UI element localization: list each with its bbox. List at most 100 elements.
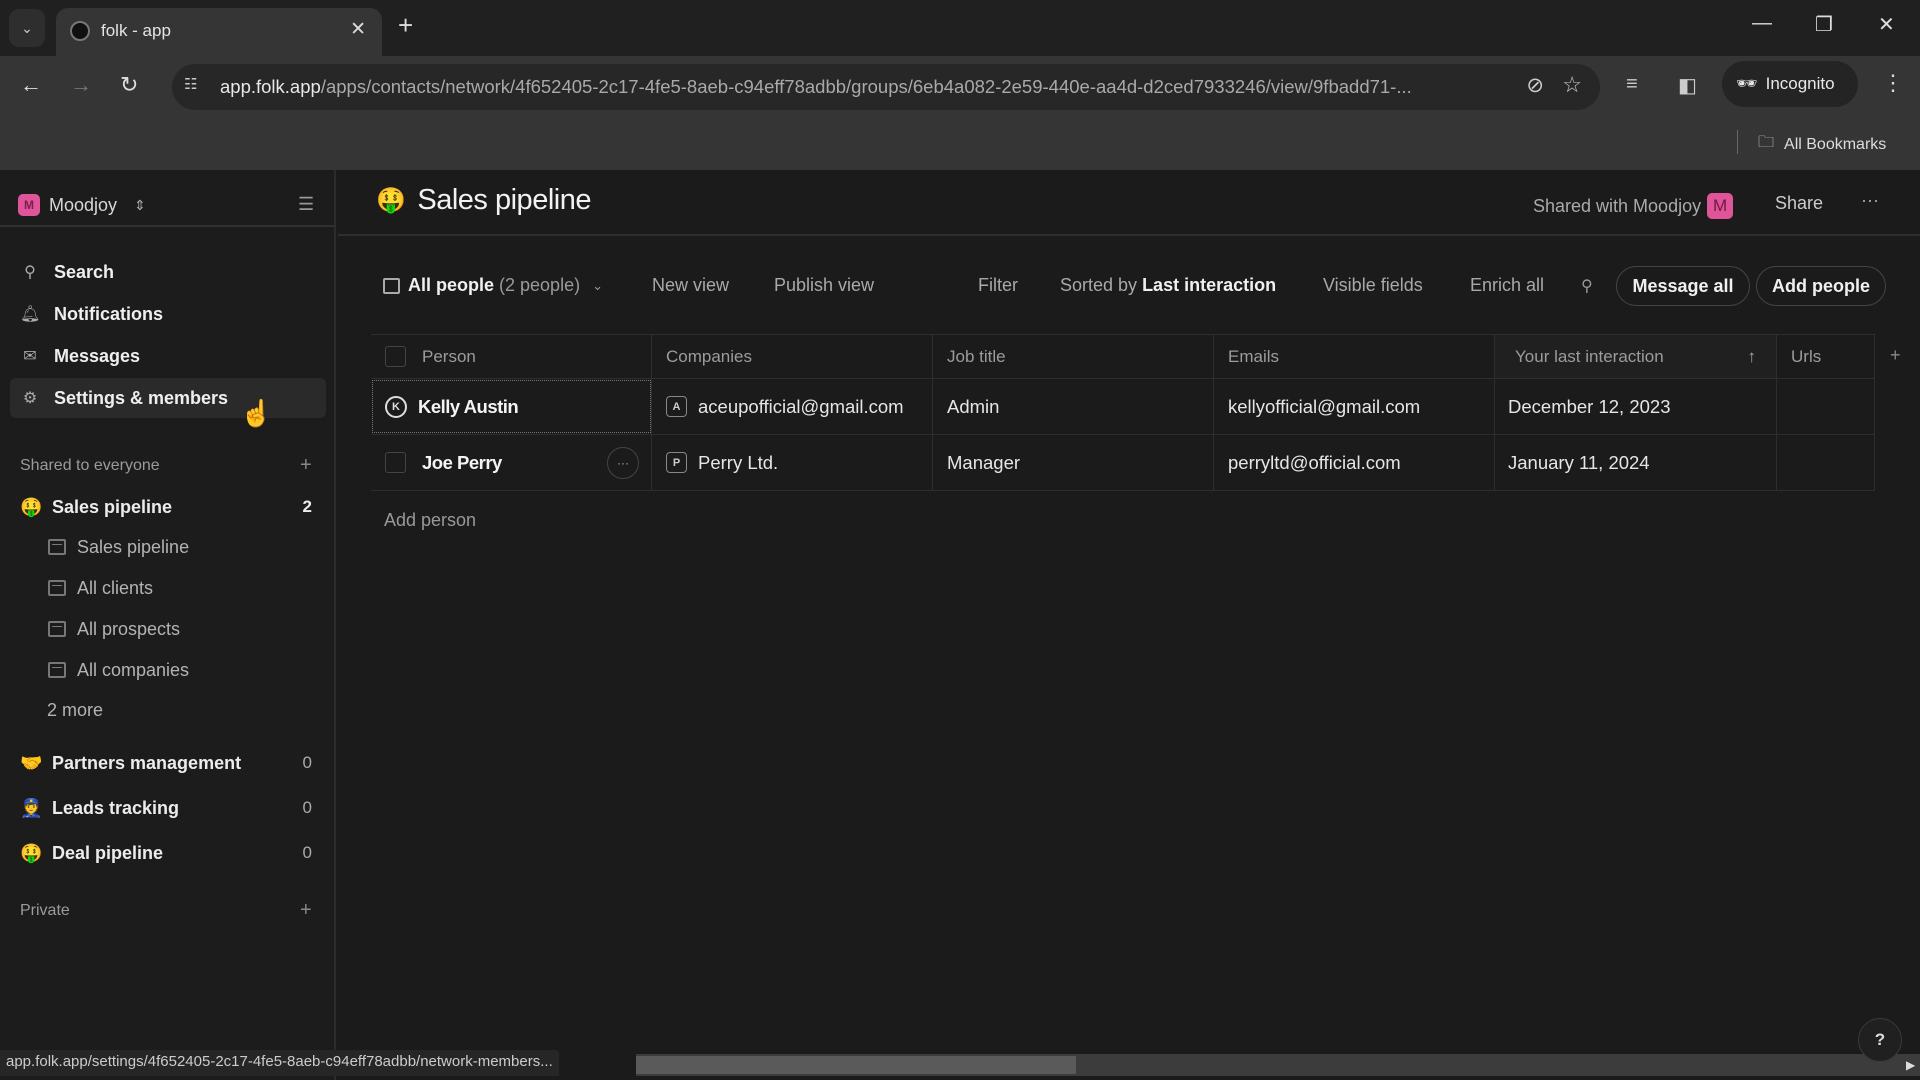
publish-view-button[interactable]: Publish view	[774, 275, 874, 296]
restore-icon[interactable]: ❐	[1815, 12, 1833, 37]
row-checkbox[interactable]	[385, 452, 406, 473]
incognito-badge[interactable]: 🕶 Incognito	[1722, 61, 1858, 107]
side-panel-icon[interactable]: ◧	[1678, 73, 1697, 98]
shared-with-label: Shared with Moodjoy	[1533, 195, 1702, 216]
enrich-all-button[interactable]: Enrich all	[1470, 275, 1544, 296]
table-row[interactable]: K Kelly Austin A aceupofficial@gmail.com…	[371, 379, 1875, 435]
filter-button[interactable]: Filter	[978, 275, 1018, 296]
shared-with-indicator[interactable]: Shared with Moodjoy M	[1533, 193, 1734, 219]
row-more-icon[interactable]: ···	[607, 447, 639, 479]
workspace-switcher[interactable]: M Moodjoy ⇕	[18, 194, 146, 216]
sidebar-view-all-clients[interactable]: All clients	[48, 572, 153, 604]
forward-icon[interactable]: →	[70, 72, 92, 98]
media-control-icon[interactable]: ≡	[1626, 73, 1638, 96]
more-options-icon[interactable]: ···	[1861, 190, 1879, 211]
back-icon[interactable]: ←	[20, 72, 42, 98]
sidebar-group-partners-management[interactable]: 🤝 Partners management 0	[20, 745, 316, 781]
column-header-companies[interactable]: Companies	[652, 335, 933, 378]
view-count: (2 people)	[499, 275, 581, 295]
sidebar-view-all-companies[interactable]: All companies	[48, 654, 189, 686]
sidebar-group-leads-tracking[interactable]: 👮 Leads tracking 0	[20, 790, 316, 826]
sidebar-group-deal-pipeline[interactable]: 🤑 Deal pipeline 0	[20, 835, 316, 871]
url-bar[interactable]: ☷ app.folk.app/apps/contacts/network/4f6…	[172, 64, 1600, 110]
horizontal-scrollbar-thumb[interactable]	[636, 1056, 1076, 1074]
sidebar-item-search[interactable]: ⚲ Search	[10, 252, 326, 292]
scroll-right-icon[interactable]: ▶	[1906, 1058, 1915, 1072]
email-cell[interactable]: kellyofficial@gmail.com	[1214, 379, 1495, 434]
add-private-group-icon[interactable]: +	[300, 899, 312, 922]
minimize-icon[interactable]: —	[1752, 12, 1772, 35]
more-views-link[interactable]: 2 more	[47, 700, 103, 721]
group-count: 0	[302, 843, 312, 862]
sort-ascending-icon[interactable]: ↑	[1748, 347, 1757, 367]
sort-button[interactable]: Sorted by Last interaction	[1060, 275, 1276, 296]
email-cell[interactable]: perryltd@official.com	[1214, 435, 1495, 490]
company-cell[interactable]: A aceupofficial@gmail.com	[652, 379, 933, 434]
view-label: All prospects	[77, 618, 181, 639]
browser-tab[interactable]: folk - app ✕	[56, 8, 382, 56]
person-cell[interactable]: K Kelly Austin	[371, 379, 652, 434]
all-bookmarks-button[interactable]: 🗀 All Bookmarks	[1758, 131, 1886, 158]
column-header-person[interactable]: Person	[371, 335, 652, 378]
column-label: Job title	[947, 346, 1006, 366]
browser-menu-icon[interactable]: ⋮	[1882, 70, 1904, 96]
select-all-checkbox[interactable]	[385, 346, 406, 367]
collapse-sidebar-icon[interactable]: ☰	[298, 194, 314, 215]
sidebar-group-sales-pipeline[interactable]: 🤑 Sales pipeline 2	[20, 489, 316, 525]
sidebar-item-settings-members[interactable]: ⚙ Settings & members	[10, 378, 326, 418]
money-face-emoji-icon: 🤑	[376, 187, 406, 214]
urls-cell[interactable]	[1777, 435, 1875, 490]
new-tab-button[interactable]: +	[398, 10, 413, 41]
sidebar-view-all-prospects[interactable]: All prospects	[48, 613, 180, 645]
urls-cell[interactable]	[1777, 379, 1875, 434]
sidebar-item-messages[interactable]: ✉ Messages	[10, 336, 326, 376]
incognito-icon: 🕶	[1736, 74, 1758, 93]
money-face-emoji-icon: 🤑	[20, 496, 43, 517]
search-icon[interactable]: ⚲	[1581, 276, 1593, 296]
tab-list-button[interactable]: ⌄	[9, 9, 45, 47]
company-cell[interactable]: P Perry Ltd.	[652, 435, 933, 490]
sidebar-view-sales-pipeline[interactable]: Sales pipeline	[48, 531, 189, 563]
last-interaction-cell[interactable]: January 11, 2024	[1495, 435, 1777, 490]
url-text[interactable]: app.folk.app/apps/contacts/network/4f652…	[220, 76, 1412, 98]
add-people-button[interactable]: Add people	[1756, 266, 1886, 306]
browser-tab-bar: ⌄ folk - app ✕ + — ❐ ✕	[0, 0, 1920, 56]
site-settings-icon[interactable]: ☷	[184, 75, 208, 99]
money-face-emoji-icon: 🤑	[20, 842, 43, 863]
column-header-job-title[interactable]: Job title	[933, 335, 1214, 378]
person-cell[interactable]: Joe Perry ···	[371, 435, 652, 490]
reload-icon[interactable]: ↻	[120, 72, 138, 98]
sidebar-item-notifications[interactable]: 🔔︎ Notifications	[10, 294, 326, 334]
close-tab-icon[interactable]: ✕	[350, 18, 366, 41]
column-label: Companies	[666, 346, 752, 366]
help-button[interactable]: ?	[1858, 1018, 1902, 1062]
eye-off-icon[interactable]: ⊘	[1526, 73, 1544, 98]
message-all-button[interactable]: Message all	[1616, 266, 1750, 306]
column-header-urls[interactable]: Urls	[1777, 335, 1875, 378]
view-label: All clients	[77, 577, 154, 598]
view-selector[interactable]: All people (2 people) ⌄	[383, 275, 603, 296]
add-column-icon[interactable]: +	[1890, 345, 1901, 366]
workspace-name: Moodjoy	[49, 194, 118, 215]
job-title-cell[interactable]: Manager	[933, 435, 1214, 490]
job-title-cell[interactable]: Admin	[933, 379, 1214, 434]
table-row[interactable]: Joe Perry ··· P Perry Ltd. Manager perry…	[371, 435, 1875, 491]
mail-icon: ✉	[23, 348, 37, 365]
column-header-last-interaction[interactable]: Your last interaction ↑	[1495, 335, 1777, 378]
visible-fields-button[interactable]: Visible fields	[1323, 275, 1423, 296]
address-bar-row: ← → ↻ ☷ app.folk.app/apps/contacts/netwo…	[0, 56, 1920, 118]
person-name[interactable]: Kelly Austin	[418, 396, 519, 418]
member-avatar: M	[1707, 193, 1734, 219]
table-icon	[383, 277, 400, 294]
bookmark-star-icon[interactable]: ☆	[1562, 72, 1582, 98]
column-header-emails[interactable]: Emails	[1214, 335, 1495, 378]
person-name[interactable]: Joe Perry	[422, 452, 502, 474]
last-interaction-cell[interactable]: December 12, 2023	[1495, 379, 1777, 434]
add-person-button[interactable]: Add person	[384, 510, 476, 531]
new-view-button[interactable]: New view	[652, 275, 729, 296]
add-shared-group-icon[interactable]: +	[300, 454, 312, 477]
view-label: Sales pipeline	[77, 536, 190, 557]
group-count: 2	[302, 497, 312, 516]
window-close-icon[interactable]: ✕	[1878, 12, 1895, 37]
share-button[interactable]: Share	[1775, 193, 1823, 214]
